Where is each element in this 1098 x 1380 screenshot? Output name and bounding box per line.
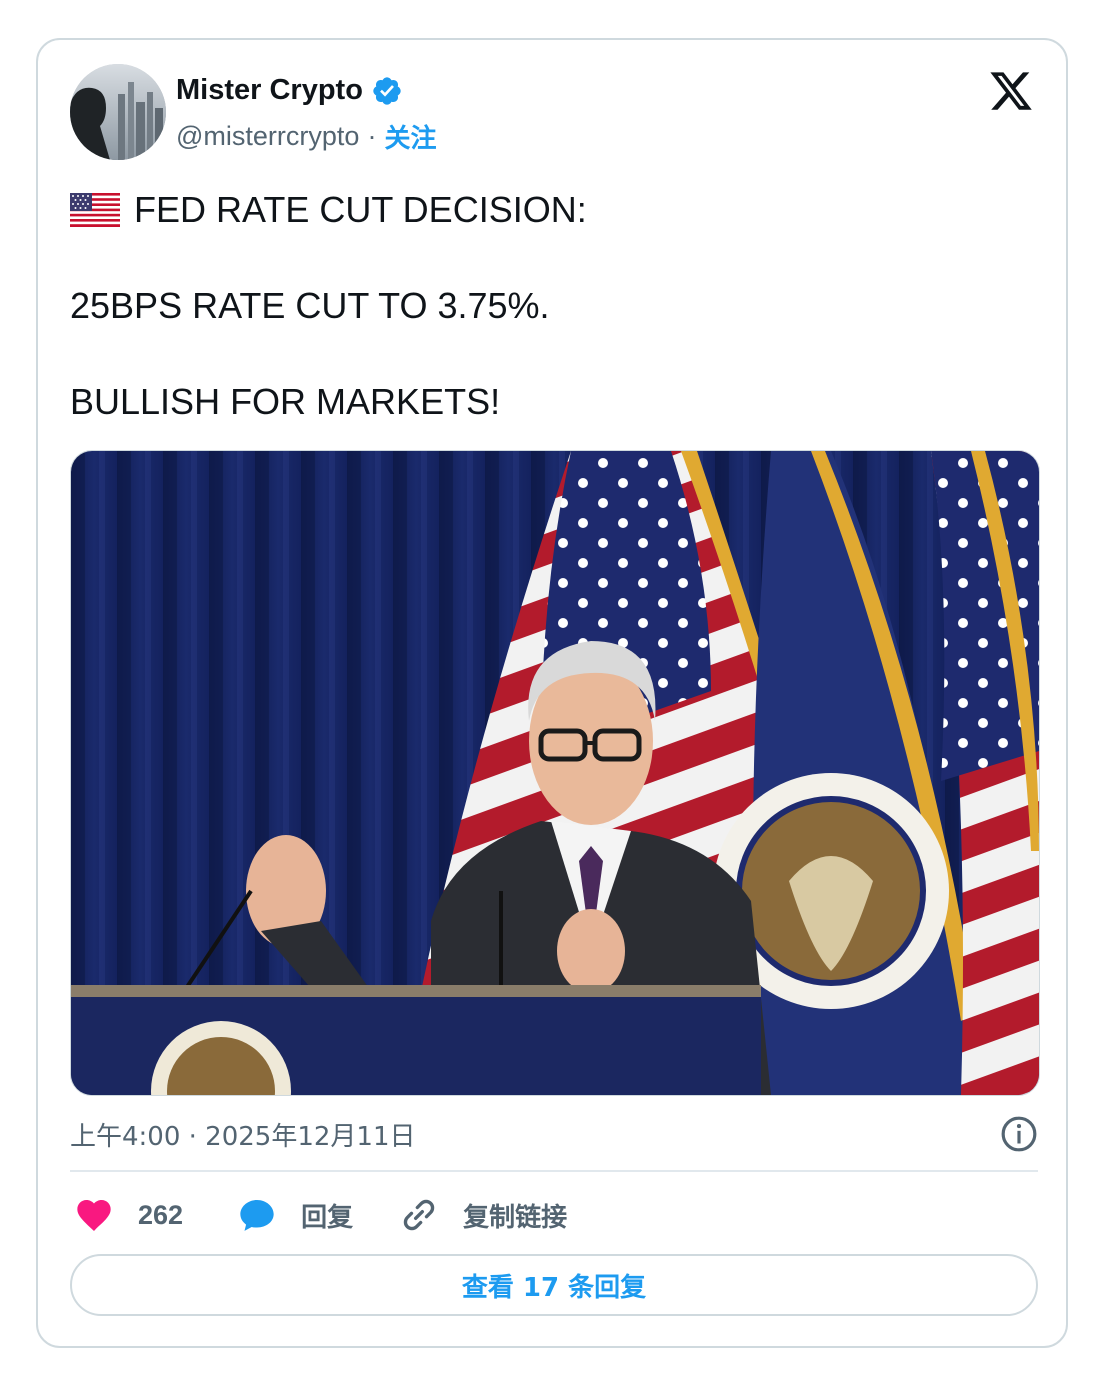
reply-label: 回复 bbox=[301, 1202, 354, 1233]
tweet-timestamp[interactable]: 上午4:00 · 2025年12月11日 bbox=[70, 1116, 416, 1153]
author-handle[interactable]: @misterrcrypto bbox=[176, 121, 359, 152]
tweet-line-2: 25BPS RATE CUT TO 3.75%. bbox=[70, 285, 550, 326]
display-name[interactable]: Mister Crypto bbox=[176, 74, 363, 107]
press-conference-photo bbox=[71, 451, 1039, 1095]
reply-button[interactable]: 回复 bbox=[237, 1195, 353, 1235]
follow-link[interactable]: 关注 bbox=[384, 118, 436, 155]
tweet-meta-row: 上午4:00 · 2025年12月11日 bbox=[70, 1112, 1038, 1156]
tweet-line-1: FED RATE CUT DECISION: bbox=[70, 186, 1030, 234]
tweet-line-1-text: FED RATE CUT DECISION: bbox=[134, 189, 587, 230]
like-count: 262 bbox=[138, 1199, 184, 1230]
link-icon bbox=[403, 1199, 435, 1231]
reply-bubble-icon bbox=[240, 1200, 274, 1231]
us-flag-emoji-icon bbox=[70, 193, 120, 227]
tweet-photo[interactable] bbox=[70, 450, 1040, 1096]
author-name-row: Mister Crypto bbox=[176, 74, 403, 107]
copy-link-label: 复制链接 bbox=[463, 1202, 568, 1233]
info-icon[interactable] bbox=[1000, 1115, 1038, 1153]
copy-link-button[interactable]: 复制链接 bbox=[399, 1195, 567, 1235]
view-replies-label: 查看 17 条回复 bbox=[461, 1272, 647, 1303]
divider bbox=[70, 1170, 1038, 1172]
author-handle-row: @misterrcrypto · 关注 bbox=[176, 118, 436, 155]
like-button[interactable]: 262 bbox=[74, 1195, 183, 1235]
tweet-card: Mister Crypto @misterrcrypto · 关注 FED RA… bbox=[36, 38, 1068, 1348]
x-logo-icon[interactable] bbox=[988, 68, 1034, 114]
tweet-text: FED RATE CUT DECISION: 25BPS RATE CUT TO… bbox=[70, 186, 1030, 426]
verified-badge-icon bbox=[373, 76, 401, 105]
heart-icon bbox=[77, 1200, 111, 1231]
avatar[interactable] bbox=[70, 64, 166, 160]
separator-dot: · bbox=[367, 121, 377, 151]
tweet-line-3: BULLISH FOR MARKETS! bbox=[70, 381, 501, 422]
view-replies-button[interactable]: 查看 17 条回复 bbox=[70, 1254, 1038, 1316]
tweet-actions: 262 回复 复制链接 bbox=[74, 1190, 567, 1240]
